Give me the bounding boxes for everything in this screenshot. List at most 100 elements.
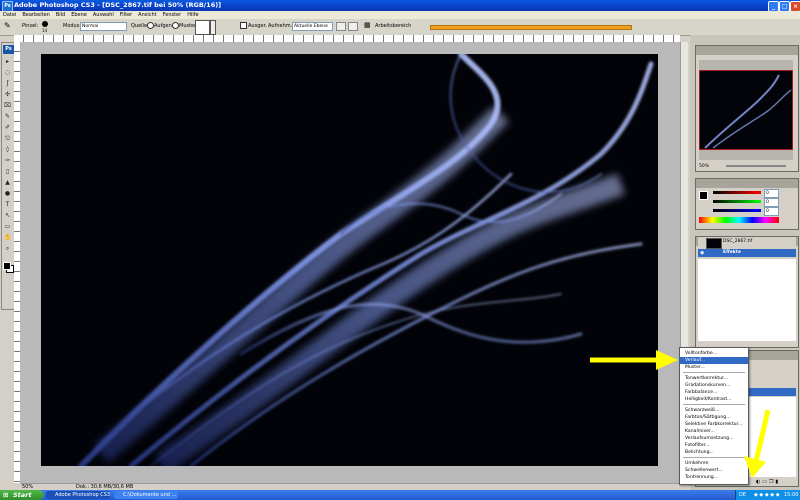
menu-item[interactable]: Schwarzweiß... [680, 407, 748, 414]
menu-item[interactable]: Tonwertkorrektur... [680, 375, 748, 382]
blue-slider[interactable] [713, 209, 761, 212]
menu-item[interactable]: Farbbalance... [680, 389, 748, 396]
menu-separator [683, 404, 745, 405]
history-brush-icon[interactable]: ◊ [4, 146, 11, 153]
task-explorer[interactable]: C:\Dokumente und ... [114, 491, 178, 499]
navigator-tabs[interactable] [696, 46, 798, 55]
navigator-zoom-slider[interactable] [726, 165, 786, 167]
mode-select[interactable]: Normal [80, 22, 127, 31]
navigator-panel: 50% [695, 45, 799, 172]
color-ramp[interactable] [699, 217, 779, 223]
task-photoshop[interactable]: Adobe Photoshop CS3... [46, 491, 110, 499]
menu-item[interactable]: Tontrennung... [680, 474, 748, 481]
healing-icon[interactable]: ✎ [4, 113, 11, 120]
pattern-picker[interactable] [195, 20, 210, 35]
menu-item[interactable]: Selektive Farbkorrektur... [680, 421, 748, 428]
aligned-checkbox[interactable] [240, 22, 247, 29]
system-tray: DE ◆ ◆ ◆ ◆ ◆ 15:00 [735, 490, 800, 500]
eye-icon[interactable]: ◉ [700, 250, 704, 256]
menu-item[interactable]: Volltonfarbe... [680, 350, 748, 357]
dodge-icon[interactable]: ● [4, 190, 11, 197]
layers-panel: DSC_2867.tif ◉ Effekte [695, 236, 799, 348]
blur-icon[interactable]: ▲ [4, 179, 11, 186]
brush-icon[interactable]: ✐ [4, 124, 11, 131]
source-muster-radio[interactable] [172, 22, 179, 29]
stamp-tool-icon[interactable]: ✎ [4, 22, 14, 31]
menu-item[interactable]: Fotofilter... [680, 442, 748, 449]
palette-well[interactable] [430, 25, 632, 30]
trash-icon[interactable]: ▮ [775, 479, 778, 485]
menu-bearbeiten[interactable]: Bearbeiten [19, 11, 52, 19]
type-icon[interactable]: T [4, 201, 11, 208]
eraser-icon[interactable]: ✑ [4, 157, 11, 164]
menu-item[interactable]: Belichtung... [680, 449, 748, 456]
document-canvas[interactable] [41, 54, 658, 466]
menu-hilfe[interactable]: Hilfe [184, 11, 201, 19]
workspace-menu[interactable]: Arbeitsbereich [375, 23, 411, 30]
zoom-icon[interactable]: ⌕ [4, 245, 11, 252]
menu-separator [683, 457, 745, 458]
menu-item[interactable]: Helligkeit/Kontrast... [680, 396, 748, 403]
annotation-arrow-right [590, 350, 678, 370]
tray-icons[interactable]: ◆ ◆ ◆ ◆ ◆ [754, 490, 780, 500]
layers-list-area[interactable] [698, 259, 796, 341]
ps-logo: Ps [3, 45, 14, 54]
menu-auswahl[interactable]: Auswahl [90, 11, 117, 19]
ignore-adjustment-layers-button[interactable] [336, 22, 346, 31]
menu-item[interactable]: Muster... [680, 364, 748, 371]
menu-separator [683, 372, 745, 373]
smoke-photo [41, 54, 658, 466]
shape-icon[interactable]: ▭ [4, 223, 11, 230]
title-bar: Ps Adobe Photoshop CS3 - [DSC_2867.tif b… [0, 0, 800, 12]
navigator-zoom[interactable]: 50% [699, 164, 709, 169]
layer-row-effekte[interactable]: ◉ Effekte [698, 249, 796, 257]
menu-fenster[interactable]: Fenster [160, 11, 185, 19]
foreground-swatch[interactable] [699, 191, 708, 200]
menu-item[interactable]: Kanalmixer... [680, 428, 748, 435]
marquee-icon[interactable]: ◌ [4, 69, 11, 76]
menu-item[interactable]: Verlauf... [680, 357, 748, 364]
menu-item[interactable]: Verlaufsumsetzung... [680, 435, 748, 442]
taskbar: ⊞ Start Adobe Photoshop CS3... C:\Dokume… [0, 490, 800, 500]
gradient-icon[interactable]: ▯ [4, 168, 11, 175]
start-button[interactable]: ⊞ Start [0, 490, 44, 500]
magic-wand-icon[interactable]: ✣ [4, 91, 11, 98]
pattern-dropdown[interactable] [210, 20, 216, 35]
menu-item[interactable]: Farbton/Sättigung... [680, 414, 748, 421]
green-slider[interactable] [713, 200, 761, 203]
foreground-color-swatch[interactable] [3, 262, 11, 270]
window-title: Adobe Photoshop CS3 - [DSC_2867.tif bei … [14, 1, 222, 9]
source-aufgen-radio[interactable] [147, 22, 154, 29]
menu-datei[interactable]: Datei [0, 11, 19, 19]
menu-item[interactable]: Schwellenwert... [680, 467, 748, 474]
adjustment-layer-menu: Volltonfarbe... Verlauf... Muster... Tonwer… [679, 347, 749, 485]
blue-value[interactable]: 0 [764, 207, 779, 216]
color-tabs[interactable] [696, 179, 798, 188]
sample-select[interactable]: Aktuelle Ebene [292, 22, 333, 31]
menu-filter[interactable]: Filter [117, 11, 135, 19]
menu-ebene[interactable]: Ebene [68, 11, 90, 19]
menu-item[interactable]: Gradationskurven... [680, 382, 748, 389]
menu-ansicht[interactable]: Ansicht [135, 11, 159, 19]
red-value[interactable]: 0 [764, 189, 779, 198]
annotation-arrow-down [744, 409, 771, 478]
layer-name-document: DSC_2867.tif [723, 239, 753, 244]
lasso-icon[interactable]: ʃ [4, 80, 11, 87]
aufgen-label: Aufgen. [154, 23, 174, 29]
navigator-preview[interactable] [699, 60, 793, 160]
language-indicator[interactable]: DE [739, 490, 746, 500]
pressure-toggle-button[interactable] [348, 22, 358, 31]
menu-item[interactable]: Umkehren [680, 460, 748, 467]
start-label: Start [13, 491, 32, 499]
layer-row-document[interactable]: DSC_2867.tif [698, 237, 796, 249]
stamp-icon[interactable]: ⎋ [4, 135, 11, 142]
green-value[interactable]: 0 [764, 198, 779, 207]
sample-label: Aufnehm.: [268, 23, 294, 29]
crop-icon[interactable]: ⌧ [4, 102, 11, 109]
menu-bild[interactable]: Bild [53, 11, 68, 19]
hand-icon[interactable]: ✋ [4, 234, 11, 241]
move-icon[interactable]: ▸ [4, 58, 11, 65]
red-slider[interactable] [713, 191, 761, 194]
path-select-icon[interactable]: ↖ [4, 212, 11, 219]
aligned-label: Ausger. [248, 23, 267, 29]
